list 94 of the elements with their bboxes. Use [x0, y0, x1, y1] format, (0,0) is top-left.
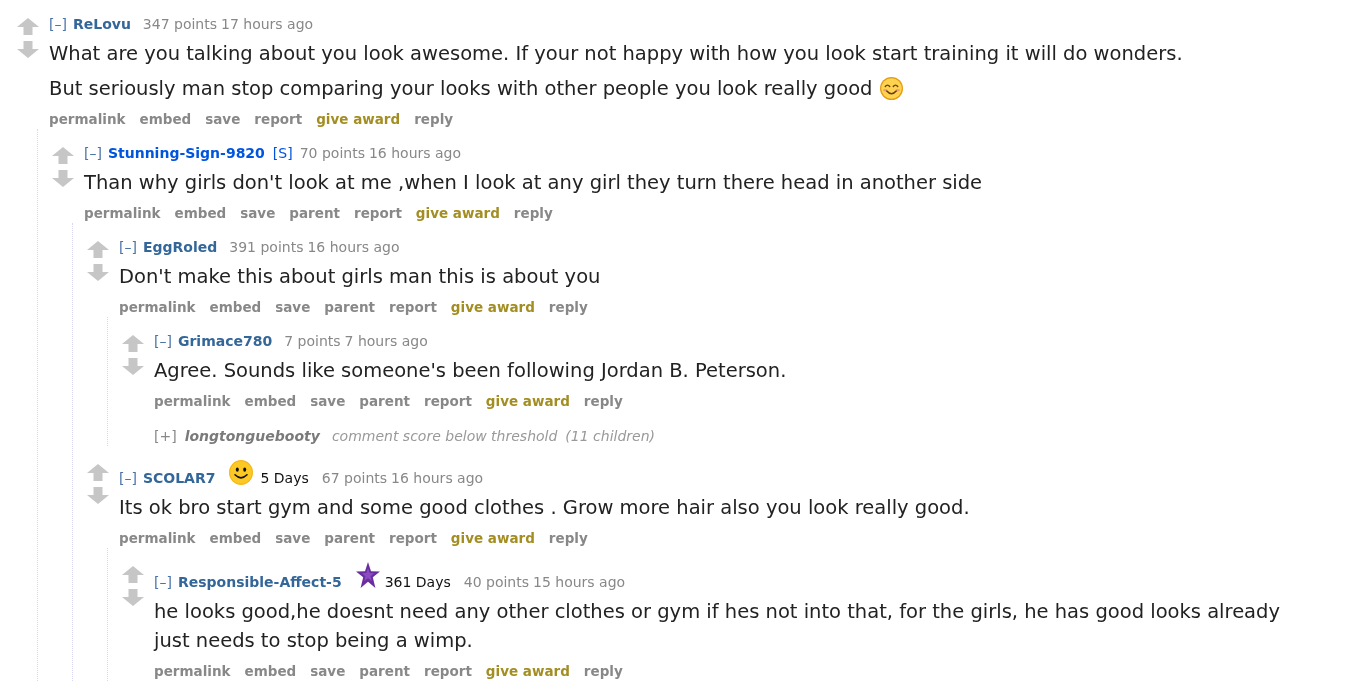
- action-link[interactable]: report: [424, 661, 472, 681]
- action-link[interactable]: reply: [414, 109, 454, 129]
- down-arrow-icon[interactable]: [17, 41, 39, 58]
- flair-text: 5 Days: [260, 469, 309, 488]
- action-link[interactable]: embed: [174, 203, 227, 223]
- action-link[interactable]: permalink: [119, 528, 196, 548]
- up-arrow-icon[interactable]: [87, 464, 109, 481]
- action-link[interactable]: permalink: [84, 203, 161, 223]
- action-link[interactable]: reply: [548, 528, 588, 548]
- down-arrow-icon[interactable]: [122, 358, 144, 375]
- comment-text: Agree. Sounds like someone's been following Jordan B. Peterson.: [154, 359, 787, 382]
- star-icon: [355, 562, 380, 588]
- score-text: 347 points: [142, 15, 218, 34]
- author-link[interactable]: Stunning-Sign-9820: [107, 143, 265, 163]
- action-link[interactable]: reply: [513, 203, 553, 223]
- comment-text: But seriously man stop comparing your looks with other people you look really good: [49, 77, 873, 100]
- timestamp: 16 hours ago: [391, 469, 484, 488]
- action-link[interactable]: embed: [139, 109, 192, 129]
- action-link[interactable]: report: [254, 109, 303, 129]
- collapse-toggle[interactable]: [–]: [119, 237, 137, 257]
- collapse-toggle[interactable]: [–]: [84, 143, 102, 163]
- up-arrow-icon[interactable]: [52, 147, 74, 164]
- timestamp: 16 hours ago: [368, 144, 462, 163]
- score-text: 40 points: [463, 573, 529, 592]
- smiling-face-icon: [880, 77, 904, 100]
- action-link[interactable]: report: [389, 528, 437, 548]
- give-award-link[interactable]: give award: [316, 109, 401, 129]
- submitter-tag[interactable]: [S]: [272, 143, 293, 163]
- comment-text: What are you talking about you look awesome. If your not happy with how you look start training it will do wonders.: [49, 42, 1183, 65]
- give-award-link[interactable]: give award: [485, 391, 570, 411]
- collapse-toggle[interactable]: [–]: [154, 572, 172, 592]
- smiley-face-icon: [229, 460, 254, 485]
- action-link[interactable]: embed: [209, 528, 262, 548]
- action-link[interactable]: reply: [548, 297, 588, 317]
- comment-text: Than why girls don't look at me ,when I look at any girl they turn there head in another side: [84, 171, 983, 194]
- timestamp: 15 hours ago: [533, 573, 626, 592]
- action-link[interactable]: save: [275, 528, 311, 548]
- author-link[interactable]: ReLovu: [72, 14, 131, 34]
- score-text: 391 points: [229, 238, 304, 257]
- give-award-link[interactable]: give award: [450, 528, 535, 548]
- action-link[interactable]: parent: [289, 203, 340, 223]
- action-link[interactable]: permalink: [154, 391, 231, 411]
- score-text: 70 points: [299, 144, 365, 163]
- children-count: (11 children): [565, 427, 655, 446]
- up-arrow-icon[interactable]: [17, 18, 39, 35]
- collapse-toggle[interactable]: [–]: [154, 331, 172, 351]
- give-award-link[interactable]: give award: [415, 203, 500, 223]
- action-link[interactable]: embed: [209, 297, 262, 317]
- action-link[interactable]: embed: [244, 661, 297, 681]
- action-link[interactable]: parent: [324, 528, 375, 548]
- collapse-toggle[interactable]: [–]: [119, 468, 137, 488]
- comment-text: Don't make this about girls man this is about you: [119, 265, 601, 288]
- collapse-toggle[interactable]: [–]: [49, 14, 67, 34]
- flair-text: 361 Days: [384, 573, 451, 592]
- action-link[interactable]: save: [205, 109, 241, 129]
- timestamp: 16 hours ago: [307, 238, 400, 257]
- action-link[interactable]: reply: [583, 391, 623, 411]
- action-link[interactable]: report: [424, 391, 472, 411]
- timestamp: 17 hours ago: [221, 15, 314, 34]
- down-arrow-icon[interactable]: [122, 589, 144, 606]
- down-arrow-icon[interactable]: [87, 264, 109, 281]
- comment-text: Its ok bro start gym and some good clothes . Grow more hair also you look really good.: [119, 496, 970, 519]
- action-link[interactable]: permalink: [49, 109, 126, 129]
- action-link[interactable]: embed: [244, 391, 297, 411]
- action-link[interactable]: reply: [583, 661, 623, 681]
- author-link[interactable]: longtonguebooty: [184, 426, 320, 446]
- action-link[interactable]: report: [389, 297, 437, 317]
- timestamp: 7 hours ago: [344, 332, 428, 351]
- comment-text: he looks good,he doesnt need any other clothes or gym if hes not into that, for the girls, he has good looks already just needs to stop being a wimp.: [154, 600, 1280, 652]
- give-award-link[interactable]: give award: [450, 297, 535, 317]
- action-link[interactable]: save: [310, 661, 346, 681]
- score-text: 7 points: [284, 332, 341, 351]
- collapsed-note: comment score below threshold: [331, 427, 558, 446]
- action-link[interactable]: parent: [359, 661, 410, 681]
- up-arrow-icon[interactable]: [87, 241, 109, 258]
- action-link[interactable]: save: [310, 391, 346, 411]
- author-link[interactable]: EggRoled: [142, 237, 218, 257]
- author-link[interactable]: Responsible-Affect-5: [177, 572, 342, 592]
- action-link[interactable]: parent: [359, 391, 410, 411]
- down-arrow-icon[interactable]: [87, 487, 109, 504]
- action-link[interactable]: report: [354, 203, 402, 223]
- action-link[interactable]: save: [275, 297, 311, 317]
- up-arrow-icon[interactable]: [122, 335, 144, 352]
- author-link[interactable]: Grimace780: [177, 331, 273, 351]
- score-text: 67 points: [321, 469, 388, 488]
- action-link[interactable]: save: [240, 203, 276, 223]
- author-link[interactable]: SCOLAR7: [142, 468, 216, 488]
- action-link[interactable]: parent: [324, 297, 375, 317]
- up-arrow-icon[interactable]: [122, 566, 144, 583]
- action-link[interactable]: permalink: [154, 661, 231, 681]
- give-award-link[interactable]: give award: [485, 661, 570, 681]
- expand-toggle[interactable]: [+]: [154, 426, 177, 446]
- down-arrow-icon[interactable]: [52, 170, 74, 187]
- action-link[interactable]: permalink: [119, 297, 196, 317]
